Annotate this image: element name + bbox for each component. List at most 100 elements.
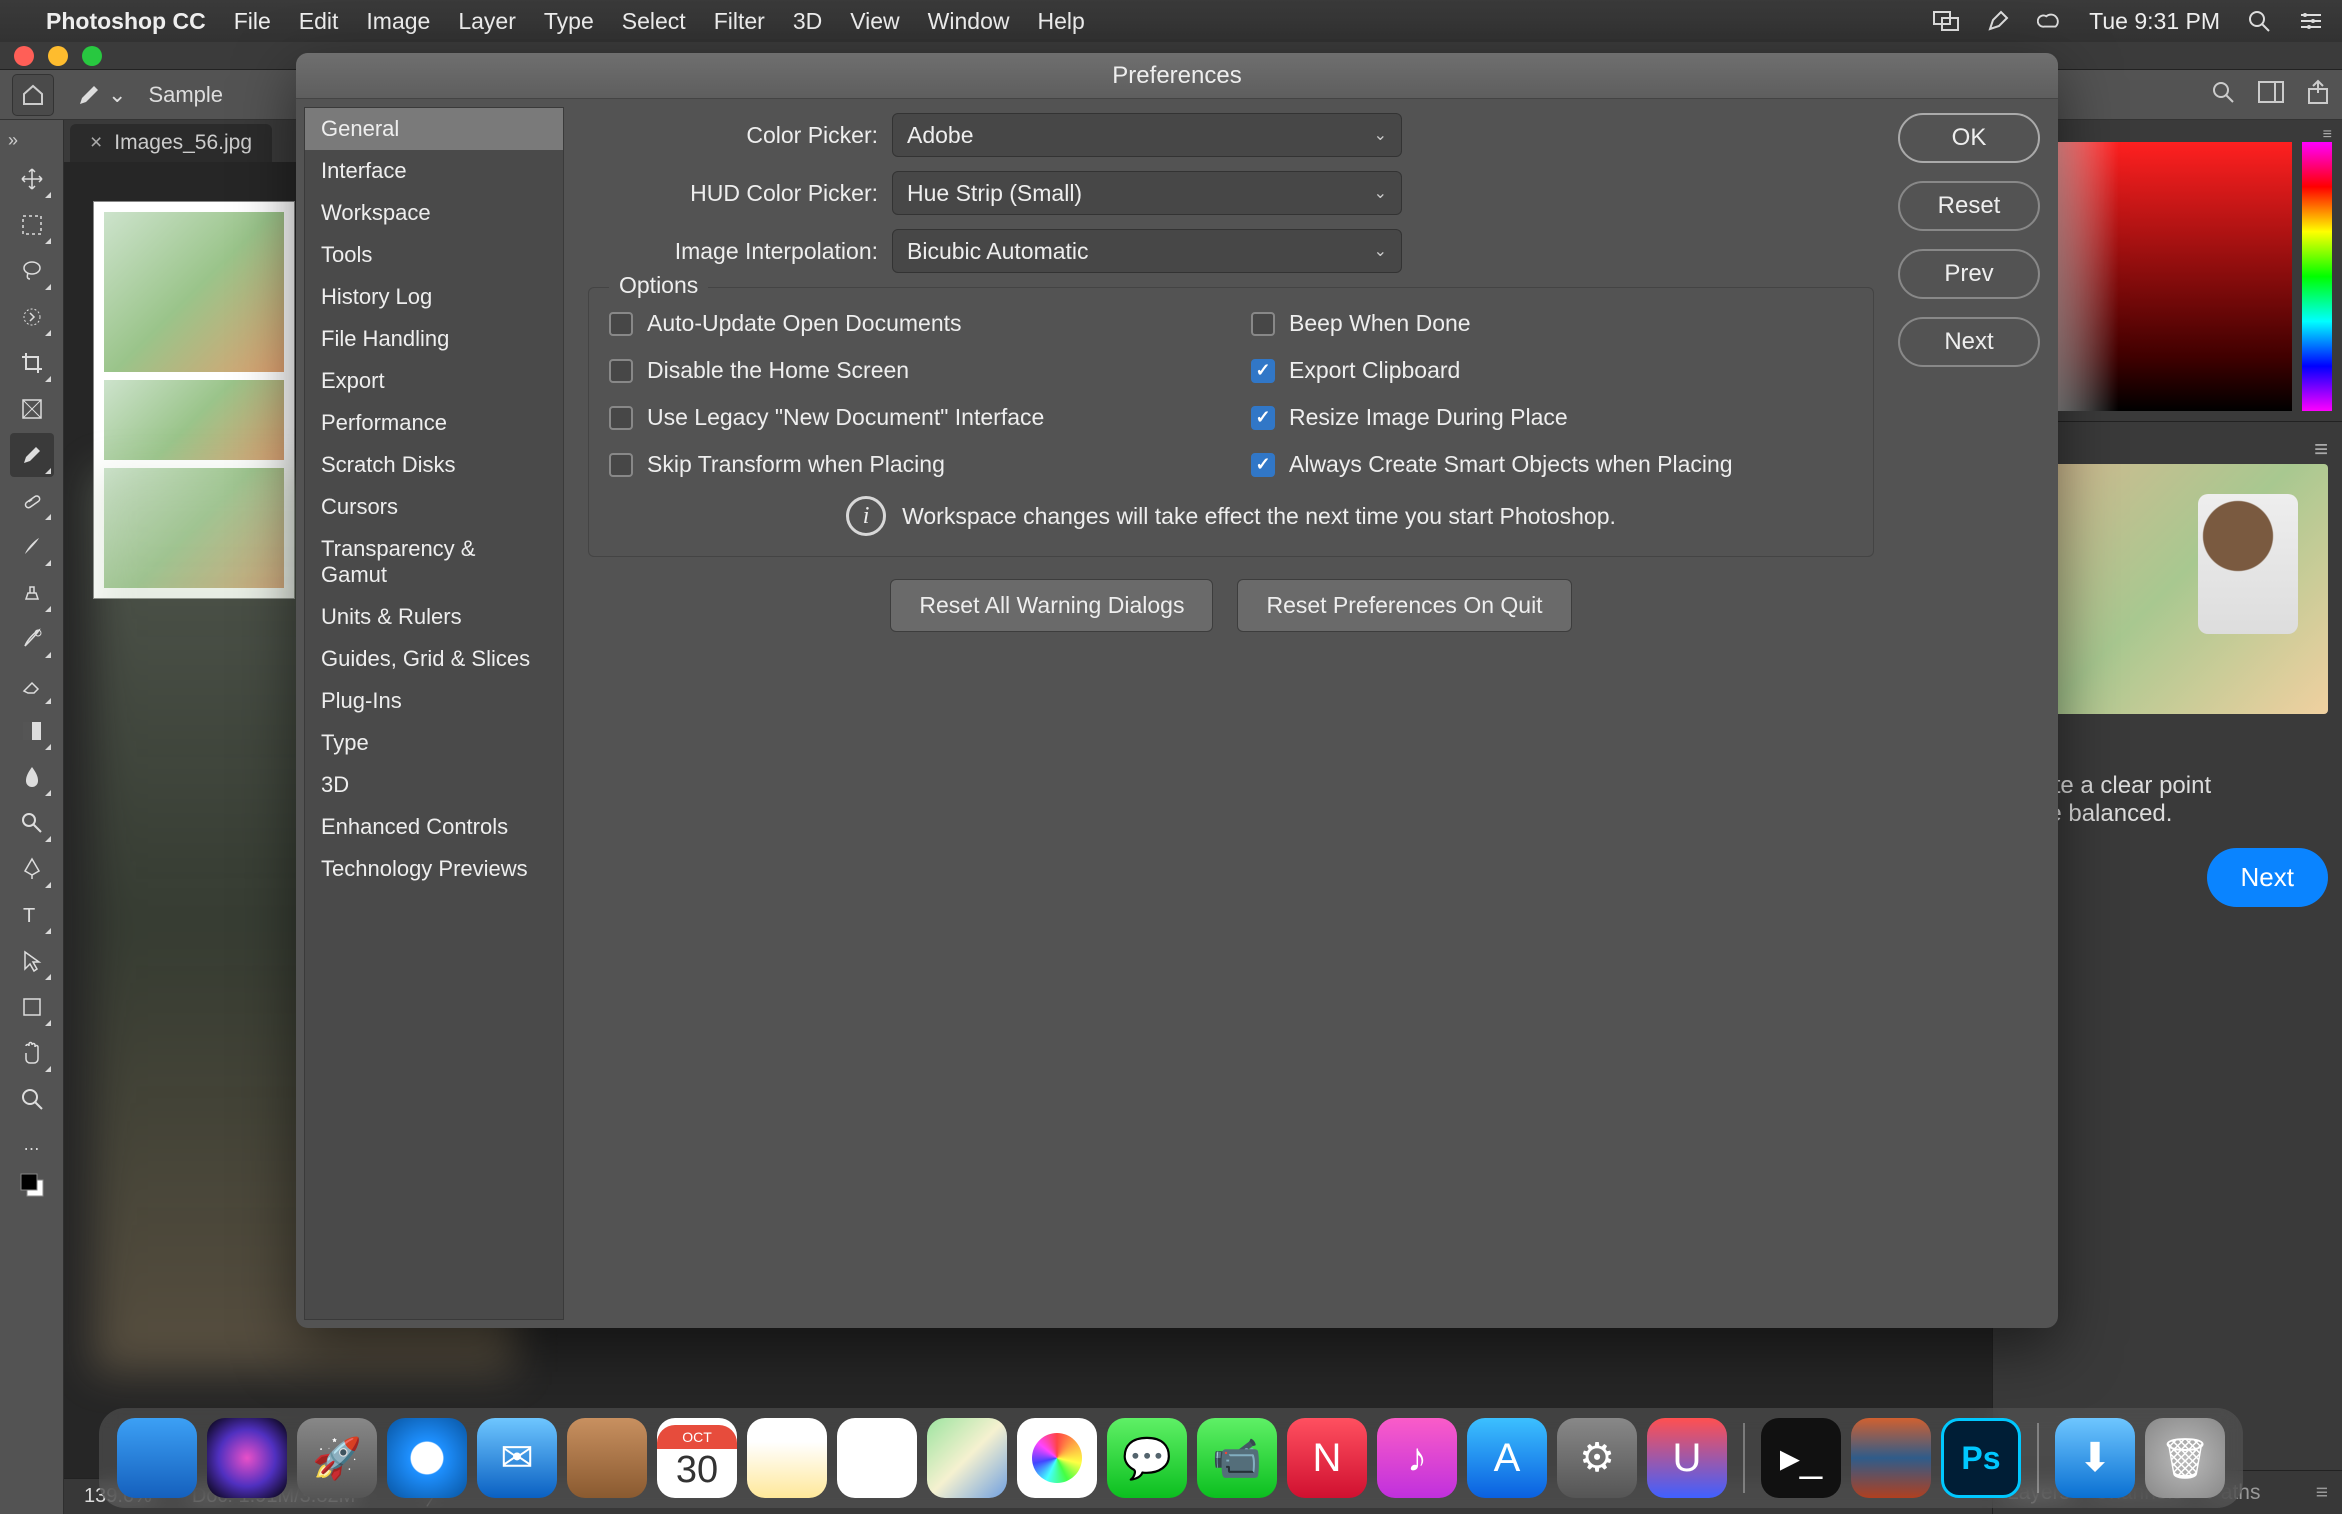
- checkbox-smart-objects[interactable]: Always Create Smart Objects when Placing: [1251, 451, 1853, 478]
- window-minimize-button[interactable]: [48, 46, 68, 66]
- tools-expand-icon[interactable]: »: [0, 126, 26, 155]
- sidebar-item-general[interactable]: General: [305, 108, 563, 150]
- dock-mail[interactable]: ✉︎: [477, 1418, 557, 1498]
- gradient-tool[interactable]: [10, 709, 54, 753]
- menu-help[interactable]: Help: [1037, 8, 1084, 35]
- sidebar-item-enhanced-controls[interactable]: Enhanced Controls: [305, 806, 563, 848]
- pen-tool[interactable]: [10, 847, 54, 891]
- sidebar-item-units-rulers[interactable]: Units & Rulers: [305, 596, 563, 638]
- sidebar-item-type[interactable]: Type: [305, 722, 563, 764]
- checkbox-resize-place[interactable]: Resize Image During Place: [1251, 404, 1853, 431]
- dock-photoshop[interactable]: Ps: [1941, 1418, 2021, 1498]
- document-tab[interactable]: × Images_56.jpg: [70, 124, 272, 162]
- foreground-background-swatch[interactable]: [10, 1163, 54, 1207]
- dock-appstore[interactable]: A: [1467, 1418, 1547, 1498]
- menu-file[interactable]: File: [234, 8, 271, 35]
- sidebar-item-tools[interactable]: Tools: [305, 234, 563, 276]
- app-name[interactable]: Photoshop CC: [46, 8, 206, 35]
- eraser-tool[interactable]: [10, 663, 54, 707]
- window-close-button[interactable]: [14, 46, 34, 66]
- menubar-clock[interactable]: Tue 9:31 PM: [2089, 8, 2220, 35]
- menu-window[interactable]: Window: [928, 8, 1010, 35]
- sidebar-item-cursors[interactable]: Cursors: [305, 486, 563, 528]
- color-picker-dropdown[interactable]: Adobe ⌄: [892, 113, 1402, 157]
- checkbox-beep[interactable]: Beep When Done: [1251, 310, 1853, 337]
- dock-downloads[interactable]: ⬇: [2055, 1418, 2135, 1498]
- window-zoom-button[interactable]: [82, 46, 102, 66]
- marquee-tool[interactable]: [10, 203, 54, 247]
- screen-share-icon[interactable]: [1933, 8, 1959, 34]
- edit-toolbar-icon[interactable]: ⋯: [10, 1137, 54, 1161]
- menu-select[interactable]: Select: [622, 8, 686, 35]
- tutorial-next-button[interactable]: Next: [2207, 848, 2328, 907]
- dock-contacts[interactable]: [567, 1418, 647, 1498]
- move-tool[interactable]: [10, 157, 54, 201]
- ok-button[interactable]: OK: [1898, 113, 2040, 163]
- dock-facetime[interactable]: 📹: [1197, 1418, 1277, 1498]
- pen-menubar-icon[interactable]: [1985, 8, 2011, 34]
- sidebar-item-scratch-disks[interactable]: Scratch Disks: [305, 444, 563, 486]
- dock-system-preferences[interactable]: ⚙: [1557, 1418, 1637, 1498]
- path-select-tool[interactable]: [10, 939, 54, 983]
- dock-magnet[interactable]: U: [1647, 1418, 1727, 1498]
- home-button[interactable]: [12, 74, 54, 116]
- sidebar-item-performance[interactable]: Performance: [305, 402, 563, 444]
- hud-picker-dropdown[interactable]: Hue Strip (Small) ⌄: [892, 171, 1402, 215]
- next-button[interactable]: Next: [1898, 317, 2040, 367]
- hand-tool[interactable]: [10, 1031, 54, 1075]
- sidebar-item-history-log[interactable]: History Log: [305, 276, 563, 318]
- dock-siri[interactable]: [207, 1418, 287, 1498]
- panel-menu-icon[interactable]: ≡: [2316, 1481, 2328, 1505]
- dock-messages[interactable]: 💬: [1107, 1418, 1187, 1498]
- sidebar-item-workspace[interactable]: Workspace: [305, 192, 563, 234]
- dock-finder[interactable]: [117, 1418, 197, 1498]
- dock-safari[interactable]: [387, 1418, 467, 1498]
- dock-news[interactable]: N: [1287, 1418, 1367, 1498]
- control-center-icon[interactable]: [2298, 8, 2324, 34]
- dock-notes[interactable]: [747, 1418, 827, 1498]
- dock-launchpad[interactable]: 🚀: [297, 1418, 377, 1498]
- dock-itunes[interactable]: ♪: [1377, 1418, 1457, 1498]
- sidebar-item-guides[interactable]: Guides, Grid & Slices: [305, 638, 563, 680]
- prev-button[interactable]: Prev: [1898, 249, 2040, 299]
- sidebar-item-plugins[interactable]: Plug-Ins: [305, 680, 563, 722]
- hue-slider[interactable]: [2302, 142, 2332, 411]
- history-brush-tool[interactable]: [10, 617, 54, 661]
- dock-books[interactable]: [1851, 1418, 1931, 1498]
- sidebar-item-export[interactable]: Export: [305, 360, 563, 402]
- checkbox-export-clipboard[interactable]: Export Clipboard: [1251, 357, 1853, 384]
- clone-stamp-tool[interactable]: [10, 571, 54, 615]
- menu-image[interactable]: Image: [366, 8, 430, 35]
- checkbox-auto-update[interactable]: Auto-Update Open Documents: [609, 310, 1211, 337]
- crop-tool[interactable]: [10, 341, 54, 385]
- reset-on-quit-button[interactable]: Reset Preferences On Quit: [1237, 579, 1571, 632]
- dock-trash[interactable]: 🗑: [2145, 1418, 2225, 1498]
- menu-3d[interactable]: 3D: [793, 8, 822, 35]
- lasso-tool[interactable]: [10, 249, 54, 293]
- menu-view[interactable]: View: [850, 8, 899, 35]
- creative-cloud-icon[interactable]: [2037, 8, 2063, 34]
- eyedropper-tool[interactable]: [10, 433, 54, 477]
- checkbox-disable-home[interactable]: Disable the Home Screen: [609, 357, 1211, 384]
- search-icon[interactable]: [2210, 79, 2236, 111]
- dock-reminders[interactable]: [837, 1418, 917, 1498]
- sidebar-item-3d[interactable]: 3D: [305, 764, 563, 806]
- type-tool[interactable]: T: [10, 893, 54, 937]
- dock-maps[interactable]: [927, 1418, 1007, 1498]
- sidebar-item-tech-previews[interactable]: Technology Previews: [305, 848, 563, 890]
- healing-brush-tool[interactable]: [10, 479, 54, 523]
- frame-tool[interactable]: [10, 387, 54, 431]
- zoom-tool[interactable]: [10, 1077, 54, 1121]
- sidebar-item-transparency[interactable]: Transparency & Gamut: [305, 528, 563, 596]
- brush-tool[interactable]: [10, 525, 54, 569]
- quick-select-tool[interactable]: [10, 295, 54, 339]
- dodge-tool[interactable]: [10, 801, 54, 845]
- dock-calendar[interactable]: OCT 30: [657, 1418, 737, 1498]
- interpolation-dropdown[interactable]: Bicubic Automatic ⌄: [892, 229, 1402, 273]
- sidebar-item-interface[interactable]: Interface: [305, 150, 563, 192]
- shape-tool[interactable]: [10, 985, 54, 1029]
- menu-type[interactable]: Type: [544, 8, 594, 35]
- dock-photos[interactable]: [1017, 1418, 1097, 1498]
- checkbox-legacy-new[interactable]: Use Legacy "New Document" Interface: [609, 404, 1211, 431]
- menu-layer[interactable]: Layer: [458, 8, 516, 35]
